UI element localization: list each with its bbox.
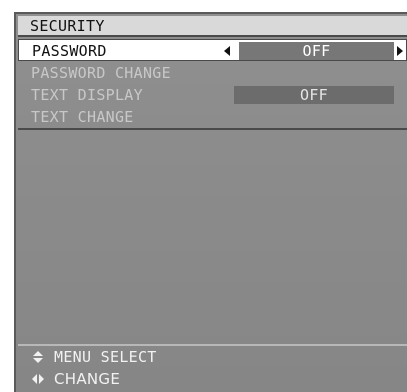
left-arrow-icon[interactable] xyxy=(224,46,230,56)
password-value[interactable]: OFF xyxy=(239,42,394,60)
menu-item-label: PASSWORD CHANGE xyxy=(31,64,171,82)
menu-item-label: TEXT DISPLAY xyxy=(31,86,143,104)
menu-item-label: PASSWORD xyxy=(32,42,107,60)
menu-item-password[interactable]: PASSWORD OFF xyxy=(18,39,407,61)
right-arrow-icon[interactable] xyxy=(397,46,403,56)
menu-item-label: TEXT CHANGE xyxy=(31,108,134,126)
up-down-diamond-icon xyxy=(32,351,44,363)
security-menu-panel: SECURITY PASSWORD OFF PASSWORD CHANGE TE… xyxy=(14,12,407,392)
footer-change-label: CHANGE xyxy=(54,370,121,388)
menu-item-password-change[interactable]: PASSWORD CHANGE xyxy=(18,62,407,84)
menu-item-text-change[interactable]: TEXT CHANGE xyxy=(18,106,407,130)
footer-menu-select-label: MENU SELECT xyxy=(54,348,157,366)
menu-item-text-display[interactable]: TEXT DISPLAY OFF xyxy=(18,84,407,106)
footer-menu-select: MENU SELECT xyxy=(18,344,407,366)
menu-title: SECURITY xyxy=(18,16,407,37)
footer-change: CHANGE xyxy=(18,368,407,390)
projector-osd: SECURITY PASSWORD OFF PASSWORD CHANGE TE… xyxy=(0,0,407,392)
left-right-diamond-icon xyxy=(32,373,44,385)
text-display-value: OFF xyxy=(234,86,394,104)
